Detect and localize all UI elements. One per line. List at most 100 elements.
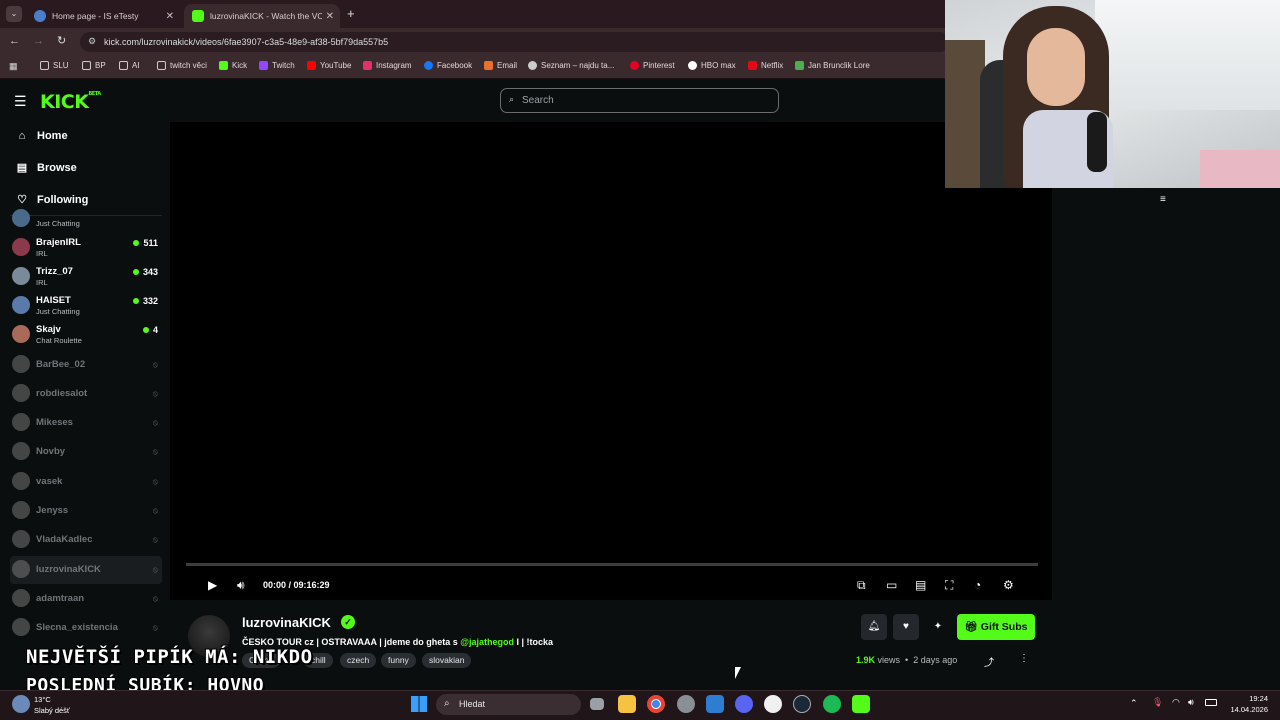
tab-kick[interactable]: luzrovinaKICK - Watch the VOD ✕ xyxy=(184,4,340,28)
kick-app-icon[interactable] xyxy=(852,695,870,713)
tray-chevron-icon[interactable]: ⌃ xyxy=(1130,698,1138,709)
file-explorer-icon[interactable] xyxy=(618,695,636,713)
gift-subs-button[interactable]: 🎁︎ Gift Subs xyxy=(957,614,1035,640)
sidebar-channel[interactable]: BrajenIRL IRL 511 xyxy=(10,234,162,262)
site-info-icon[interactable]: ⚙ xyxy=(88,36,96,47)
bookmark-ai[interactable]: AI xyxy=(119,61,140,70)
sidebar-channel[interactable]: Just Chatting xyxy=(10,209,162,233)
tab-list-button[interactable]: ⌄ xyxy=(6,6,22,22)
nav-home[interactable]: ⌂ Home xyxy=(16,130,68,142)
search-input[interactable]: ⌕ Search xyxy=(500,88,779,113)
sidebar-channel[interactable]: HAISET Just Chatting 332 xyxy=(10,292,162,320)
microphone-icon[interactable]: 🎙︎ xyxy=(1152,697,1163,708)
more-options-icon[interactable]: ⋮ xyxy=(1019,653,1029,664)
bookmark-bp[interactable]: BP xyxy=(82,61,106,70)
sidebar-channel[interactable]: Trizz_07 IRL 343 xyxy=(10,263,162,291)
menu-icon[interactable]: ☰ xyxy=(14,93,27,110)
discord-icon[interactable] xyxy=(735,695,753,713)
back-icon[interactable]: ← xyxy=(9,35,20,47)
sidebar-channel[interactable]: Jenyss ⦸ xyxy=(10,497,162,525)
taskbar-search[interactable]: ⌕ Hledat xyxy=(436,694,581,715)
spotify-icon[interactable] xyxy=(823,695,841,713)
channel-name: Skajv xyxy=(36,324,61,335)
photos-app-icon[interactable] xyxy=(706,695,724,713)
share-icon[interactable]: ⤴ xyxy=(984,654,994,669)
bookmark-instagram[interactable]: Instagram xyxy=(363,61,412,70)
clock[interactable]: 19:24 14.04.2026 xyxy=(1224,693,1268,715)
play-icon[interactable]: ▶ xyxy=(208,578,217,592)
bookmark-twitch-veci[interactable]: twitch věci xyxy=(157,61,207,70)
video-player[interactable] xyxy=(170,122,1052,600)
offline-icon: ⦸ xyxy=(152,594,158,603)
bookmark-kick[interactable]: Kick xyxy=(219,61,247,70)
bookmark-facebook[interactable]: Facebook xyxy=(424,61,472,70)
tag-slovakian[interactable]: slovakian xyxy=(422,653,472,668)
bookmark-hbo[interactable]: HBO max xyxy=(688,61,736,70)
bookmark-pinterest[interactable]: Pinterest xyxy=(630,61,675,70)
task-view-icon[interactable] xyxy=(590,698,604,710)
fullscreen-icon[interactable]: ⛶ xyxy=(945,578,953,593)
tab-etesty[interactable]: Home page - IS eTesty ✕ xyxy=(26,4,180,28)
theater-icon[interactable]: ▭ xyxy=(886,578,897,592)
bookmark-youtube[interactable]: YouTube xyxy=(307,61,351,70)
channel-name: Slecna_existencia xyxy=(36,622,118,633)
steam-icon[interactable] xyxy=(793,695,811,713)
sidebar-channel[interactable]: BarBee_02 ⦸ xyxy=(10,351,162,379)
sidebar-channel[interactable]: Slecna_existencia ⦸ xyxy=(10,614,162,642)
bookmark-slu[interactable]: SLU xyxy=(40,61,69,70)
bookmark-netflix[interactable]: Netflix xyxy=(748,61,783,70)
sidebar-channel[interactable]: Novby ⦸ xyxy=(10,438,162,466)
battery-icon[interactable] xyxy=(1205,699,1217,706)
chrome-icon[interactable] xyxy=(647,695,665,713)
mention-link[interactable]: @jajathegod xyxy=(460,637,514,647)
progress-bar[interactable] xyxy=(186,563,1038,566)
tag-funny[interactable]: funny xyxy=(381,653,416,668)
nav-browse[interactable]: ▤ Browse xyxy=(16,162,77,174)
mini-player-icon[interactable]: ⧉ xyxy=(857,578,866,593)
apps-icon[interactable]: ▦ xyxy=(9,61,18,72)
channel-name: luzrovinaKICK xyxy=(36,564,101,575)
sidebar-channel[interactable]: adamtraan ⦸ xyxy=(10,585,162,613)
bookmark-jan-brunclik[interactable]: Jan Brunclik Lore xyxy=(795,61,870,70)
captions-icon[interactable]: ▤ xyxy=(915,578,926,592)
live-dot-icon xyxy=(133,240,140,246)
bookmark-twitch[interactable]: Twitch xyxy=(259,61,295,70)
sidebar-channel[interactable]: Skajv Chat Roulette 4 xyxy=(10,321,162,349)
url-field[interactable]: ⚙ kick.com/luzrovinakick/videos/6fae3907… xyxy=(80,32,950,52)
expand-chat-icon[interactable]: ≡ xyxy=(1160,194,1166,205)
forward-icon[interactable]: → xyxy=(33,35,44,47)
reload-icon[interactable]: ↻ xyxy=(57,34,66,47)
wifi-icon[interactable]: ◠ xyxy=(1172,697,1180,708)
close-tab-icon[interactable]: ✕ xyxy=(326,11,334,22)
settings-icon[interactable]: ⚙ xyxy=(1003,578,1014,592)
playback-speed-icon[interactable]: ◔ xyxy=(974,578,981,592)
weather-widget[interactable]: 13°C Slabý déšť xyxy=(34,694,70,716)
bookmark-seznam[interactable]: Seznam – najdu ta... xyxy=(528,61,614,70)
channel-name: BarBee_02 xyxy=(36,359,86,370)
volume-icon[interactable]: 🔊︎ xyxy=(237,578,245,593)
settings-app-icon[interactable] xyxy=(677,695,695,713)
nav-following[interactable]: ♡ Following xyxy=(16,194,88,206)
facebook-icon xyxy=(424,61,433,70)
bookmark-email[interactable]: Email xyxy=(484,61,517,70)
boost-button[interactable]: ✦ xyxy=(925,614,951,640)
sidebar-channel[interactable]: luzrovinaKICK ⦸ xyxy=(10,556,162,584)
leaf-icon xyxy=(795,61,804,70)
sidebar-channel[interactable]: VladaKadlec ⦸ xyxy=(10,526,162,554)
new-tab-button[interactable]: + xyxy=(347,6,355,21)
notification-bell-button[interactable]: 🔔︎ xyxy=(861,614,887,640)
seznam-icon xyxy=(528,61,537,70)
channel-name[interactable]: luzrovinaKICK xyxy=(242,615,331,630)
follow-heart-button[interactable]: ♥ xyxy=(893,614,919,640)
kick-logo[interactable]: KICKBETA xyxy=(40,91,101,113)
avatar xyxy=(12,530,30,548)
sidebar-channel[interactable]: Mikeses ⦸ xyxy=(10,409,162,437)
itunes-icon[interactable] xyxy=(764,695,782,713)
sidebar-channel[interactable]: robdiesalot ⦸ xyxy=(10,380,162,408)
tag-czech[interactable]: czech xyxy=(340,653,377,668)
sidebar-channel[interactable]: vasek ⦸ xyxy=(10,468,162,496)
windows-start-icon[interactable] xyxy=(411,696,427,712)
speaker-icon[interactable]: 🔊︎ xyxy=(1188,697,1194,708)
weather-icon[interactable] xyxy=(12,695,30,713)
close-tab-icon[interactable]: ✕ xyxy=(166,11,174,22)
